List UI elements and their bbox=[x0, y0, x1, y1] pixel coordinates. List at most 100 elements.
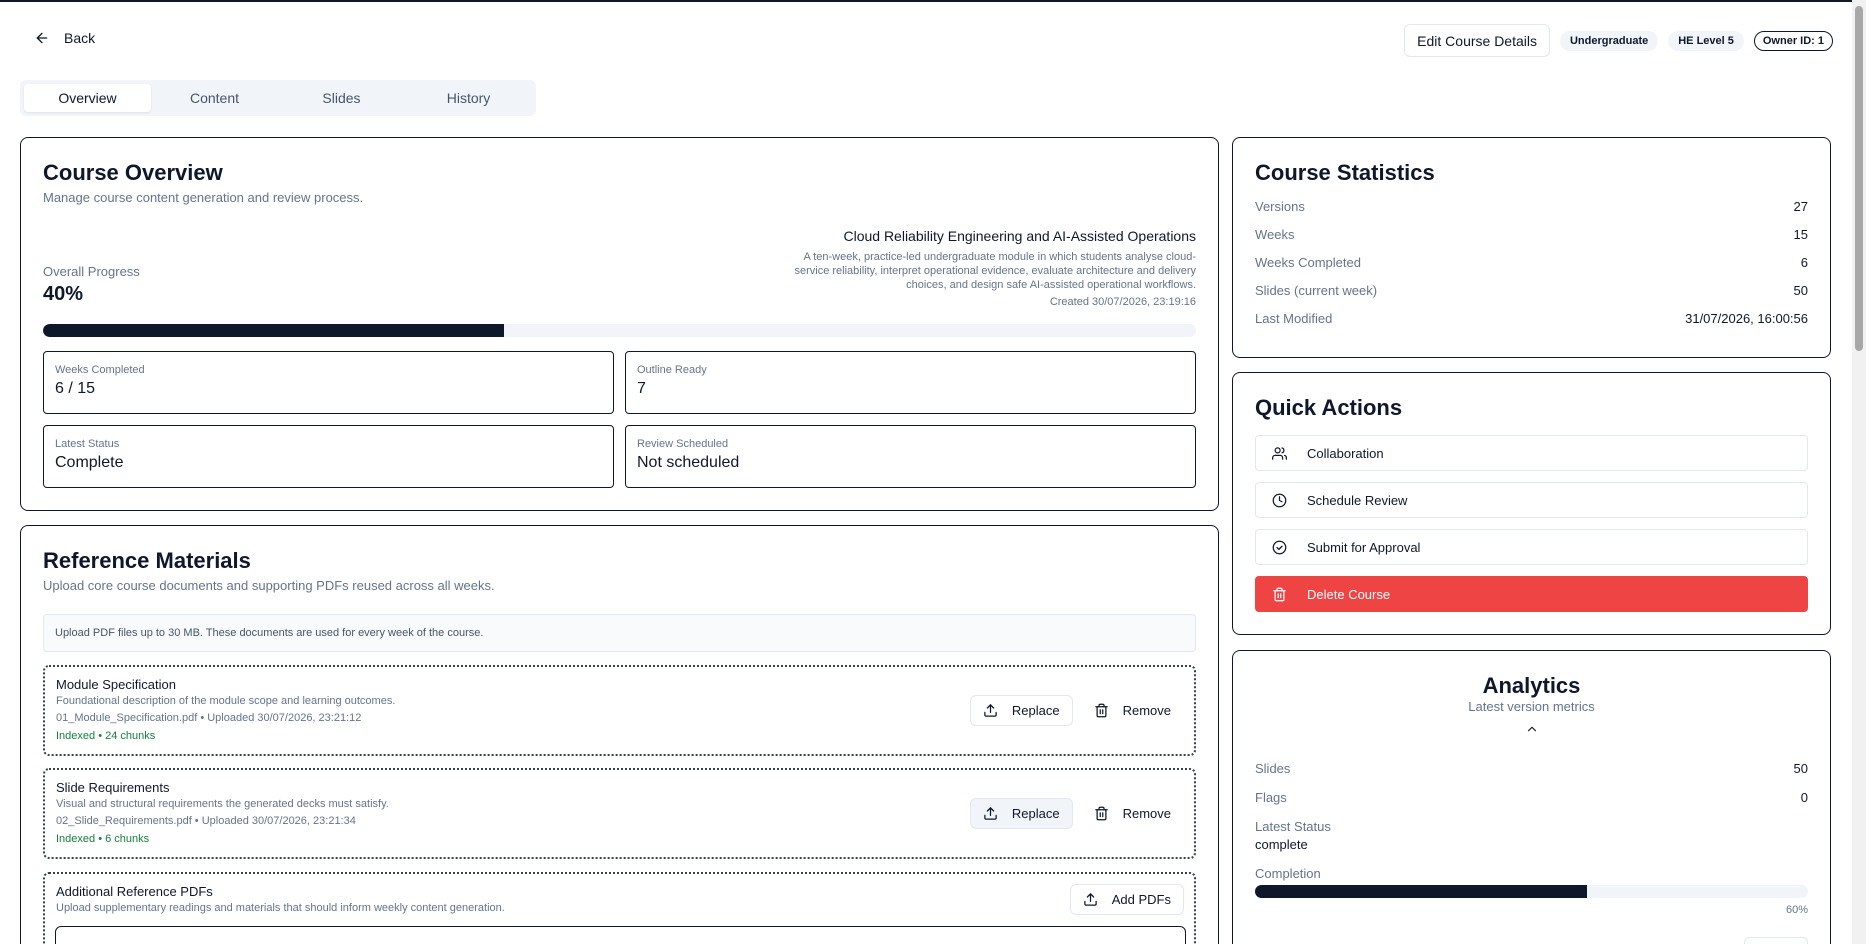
tab-slides[interactable]: Slides bbox=[278, 84, 405, 112]
upload-info-banner: Upload PDF files up to 30 MB. These docu… bbox=[43, 614, 1196, 652]
completion-bar bbox=[1255, 885, 1808, 898]
outline-ready-label: Outline Ready bbox=[637, 364, 707, 376]
progress-label: Overall Progress bbox=[43, 264, 140, 279]
arrow-left-icon bbox=[36, 32, 48, 44]
latest-status-label: Latest Status bbox=[55, 438, 120, 450]
trash-icon bbox=[1273, 587, 1286, 601]
course-overview-title: Course Overview bbox=[43, 160, 223, 185]
slide-requirements-item: Slide Requirements Visual and structural… bbox=[43, 768, 1196, 859]
back-label: Back bbox=[64, 30, 96, 46]
quick-actions-title: Quick Actions bbox=[1255, 395, 1403, 420]
reference-materials-title: Reference Materials bbox=[43, 548, 251, 573]
submit-for-approval-button[interactable]: Submit for Approval bbox=[1255, 529, 1808, 565]
ref-item-index-status: Indexed • 6 chunks bbox=[56, 833, 150, 845]
replace-label: Replace bbox=[1011, 703, 1060, 718]
tab-list: Overview Content Slides History bbox=[20, 80, 536, 116]
weeks-completed-box: Weeks Completed 6 / 15 bbox=[43, 351, 614, 414]
course-description: A ten-week, practice-led undergraduate m… bbox=[794, 251, 1196, 291]
tab-overview[interactable]: Overview bbox=[24, 84, 151, 112]
progress-bar bbox=[43, 324, 1196, 337]
analytics-flags-row: Flags 0 bbox=[1255, 790, 1808, 805]
ref-item-title: Module Specification bbox=[56, 677, 176, 692]
weeks-completed-label: Weeks Completed bbox=[55, 364, 145, 376]
analytics-action-button[interactable] bbox=[1744, 937, 1808, 944]
ref-item-actions: Replace Remove bbox=[969, 695, 1184, 726]
overall-progress: Overall Progress 40% bbox=[43, 264, 140, 306]
replace-button[interactable]: Replace bbox=[969, 695, 1073, 726]
ref-item-index-status: Indexed • 24 chunks bbox=[56, 730, 156, 742]
remove-button[interactable]: Remove bbox=[1081, 695, 1184, 726]
review-scheduled-box: Review Scheduled Not scheduled bbox=[625, 425, 1196, 488]
back-button[interactable]: Back bbox=[34, 30, 95, 46]
check-circle-icon bbox=[1272, 540, 1287, 554]
chevron-up-icon bbox=[1527, 726, 1536, 732]
replace-label: Replace bbox=[1011, 806, 1060, 821]
outline-ready-box: Outline Ready 7 bbox=[625, 351, 1196, 414]
pdf-dropzone[interactable] bbox=[55, 926, 1186, 944]
remove-label: Remove bbox=[1122, 806, 1171, 821]
trash-icon bbox=[1094, 703, 1108, 718]
clock-icon bbox=[1272, 493, 1287, 507]
ref-item-actions: Replace Remove bbox=[969, 798, 1184, 829]
progress-fill bbox=[43, 324, 505, 337]
collaboration-label: Collaboration bbox=[1307, 445, 1384, 461]
analytics-slides-value: 50 bbox=[1793, 761, 1808, 776]
review-scheduled-value: Not scheduled bbox=[637, 454, 740, 471]
stat-row-weeks-completed: Weeks Completed 6 bbox=[1255, 255, 1808, 270]
analytics-status-value: complete bbox=[1255, 837, 1308, 852]
schedule-review-button[interactable]: Schedule Review bbox=[1255, 482, 1808, 518]
progress-value: 40% bbox=[43, 283, 84, 305]
tab-history[interactable]: History bbox=[405, 84, 532, 112]
schedule-review-label: Schedule Review bbox=[1307, 492, 1408, 508]
course-name: Cloud Reliability Engineering and AI-Ass… bbox=[843, 228, 1196, 244]
analytics-completion-label: Completion bbox=[1255, 866, 1321, 881]
upload-icon bbox=[1084, 893, 1097, 906]
completion-percent: 60% bbox=[1785, 904, 1808, 916]
stat-row-last-modified: Last Modified 31/07/2026, 16:00:56 bbox=[1255, 311, 1808, 326]
add-pdfs-label: Add PDFs bbox=[1111, 892, 1171, 907]
additional-reference-item: Additional Reference PDFs Upload supplem… bbox=[43, 872, 1196, 944]
owner-badge: Owner ID: 1 bbox=[1753, 30, 1833, 51]
scrollbar-thumb[interactable] bbox=[1855, 6, 1863, 351]
review-scheduled-label: Review Scheduled bbox=[637, 438, 729, 450]
course-statistics-card: Course Statistics Versions 27 Weeks 15 Wee… bbox=[1232, 137, 1831, 358]
tab-content[interactable]: Content bbox=[151, 84, 278, 112]
submit-for-approval-label: Submit for Approval bbox=[1307, 539, 1421, 555]
additional-actions: Add PDFs bbox=[1069, 884, 1184, 915]
collapse-toggle[interactable] bbox=[1255, 722, 1808, 739]
edit-course-details-button[interactable]: Edit Course Details bbox=[1404, 24, 1550, 57]
statistics-list: Versions 27 Weeks 15 Weeks Completed 6 Slid… bbox=[1255, 199, 1808, 326]
course-overview-card: Course Overview Manage course content ge… bbox=[20, 137, 1219, 511]
analytics-card: Analytics Latest version metrics Slides … bbox=[1232, 650, 1831, 944]
quick-actions-list: Collaboration Schedule Review Submit for… bbox=[1255, 435, 1808, 612]
weeks-completed-value: 6 / 15 bbox=[55, 380, 96, 397]
course-statistics-title: Course Statistics bbox=[1255, 160, 1435, 185]
delete-course-button[interactable]: Delete Course bbox=[1255, 576, 1808, 612]
latest-status-box: Latest Status Complete bbox=[43, 425, 614, 488]
course-created: Created 30/07/2026, 23:19:16 bbox=[1049, 296, 1196, 308]
reference-materials-subtitle: Upload core course documents and support… bbox=[43, 578, 495, 593]
module-specification-item: Module Specification Foundational descri… bbox=[43, 665, 1196, 756]
analytics-flags-value: 0 bbox=[1800, 790, 1808, 805]
course-overview-subtitle: Manage course content generation and rev… bbox=[43, 190, 364, 205]
course-info: Cloud Reliability Engineering and AI-Ass… bbox=[776, 228, 1196, 308]
additional-title: Additional Reference PDFs bbox=[56, 884, 213, 899]
reference-materials-card: Reference Materials Upload core course d… bbox=[20, 525, 1219, 944]
stat-row-weeks: Weeks 15 bbox=[1255, 227, 1808, 242]
level-badge: Undergraduate bbox=[1559, 30, 1659, 51]
analytics-slides-row: Slides 50 bbox=[1255, 761, 1808, 776]
latest-status-value: Complete bbox=[55, 454, 124, 471]
collaboration-button[interactable]: Collaboration bbox=[1255, 435, 1808, 471]
additional-description: Upload supplementary readings and materi… bbox=[56, 902, 505, 914]
replace-button[interactable]: Replace bbox=[969, 798, 1073, 829]
upload-icon bbox=[984, 704, 997, 717]
analytics-slides-label: Slides bbox=[1255, 761, 1291, 776]
completion-fill bbox=[1255, 885, 1587, 898]
analytics-subtitle: Latest version metrics bbox=[1468, 699, 1595, 714]
ref-item-title: Slide Requirements bbox=[56, 780, 170, 795]
stat-row-versions: Versions 27 bbox=[1255, 199, 1808, 214]
remove-button[interactable]: Remove bbox=[1081, 798, 1184, 829]
remove-label: Remove bbox=[1122, 703, 1171, 718]
add-pdfs-button[interactable]: Add PDFs bbox=[1069, 884, 1184, 915]
vertical-scrollbar[interactable] bbox=[1852, 0, 1866, 944]
